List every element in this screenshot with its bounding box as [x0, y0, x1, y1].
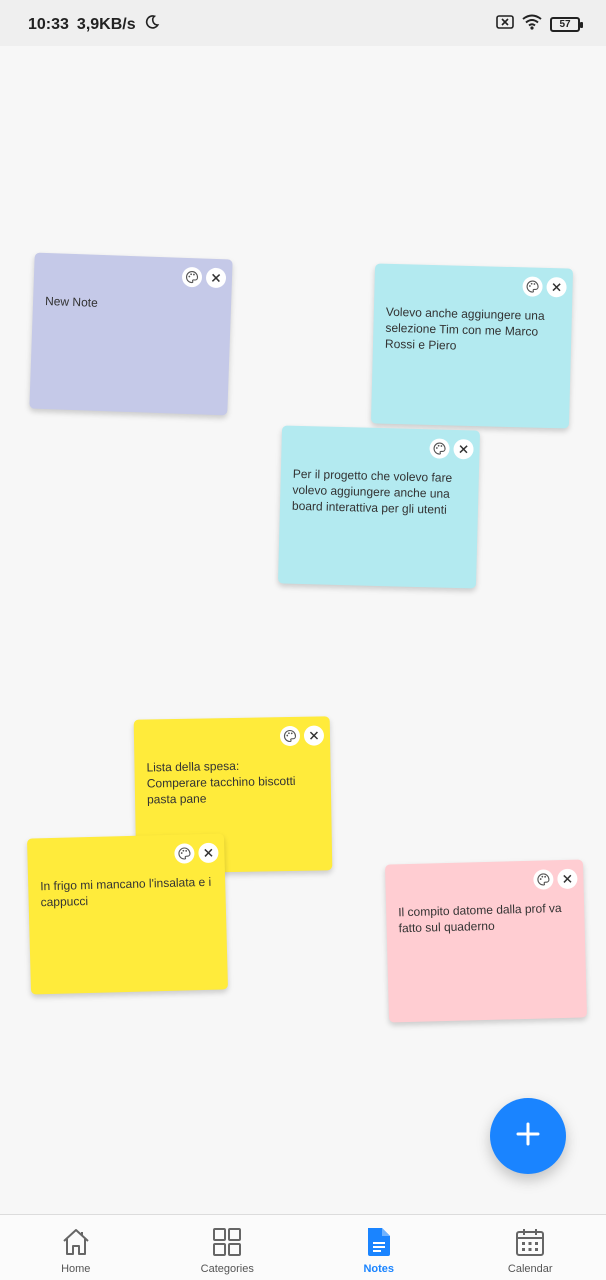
note-text: Volevo anche aggiungere una selezione Ti… [384, 304, 545, 353]
wifi-icon [522, 14, 542, 35]
note-text: In frigo mi mancano l'insalata e i cappu… [40, 874, 212, 910]
nav-label-home: Home [61, 1263, 91, 1275]
palette-icon[interactable] [522, 276, 543, 297]
note-card[interactable]: Il compito datome dalla prof va fatto su… [384, 859, 588, 1023]
note-controls [429, 438, 474, 460]
calendar-icon [514, 1225, 546, 1259]
status-left: 10:33 3,9KB/s [28, 14, 160, 35]
note-text: Il compito datome dalla prof va fatto su… [398, 901, 562, 936]
notes-board: New Note Volevo anche aggiungere una sel… [0, 46, 606, 1214]
note-controls [279, 725, 325, 747]
note-card[interactable]: In frigo mi mancano l'insalata e i cappu… [26, 833, 229, 995]
note-card[interactable]: Per il progetto che volevo fare volevo a… [277, 425, 481, 589]
battery-indicator: 57 [550, 17, 583, 32]
close-icon[interactable] [198, 842, 219, 864]
close-icon[interactable] [303, 725, 325, 746]
nav-item-calendar[interactable]: Calendar [455, 1215, 606, 1280]
network-speed: 3,9KB/s [76, 15, 136, 33]
palette-icon[interactable] [533, 869, 554, 890]
status-bar: 10:33 3,9KB/s 57 [0, 0, 606, 46]
nav-label-calendar: Calendar [507, 1263, 553, 1275]
note-card[interactable]: Volevo anche aggiungere una selezione Ti… [370, 263, 574, 429]
nav-label-notes: Notes [363, 1263, 395, 1275]
close-icon[interactable] [546, 276, 567, 298]
nav-item-notes[interactable]: Notes [303, 1215, 455, 1280]
close-icon[interactable] [453, 438, 474, 460]
bottom-nav: Home Categories Notes Calendar [0, 1214, 606, 1280]
home-icon [60, 1225, 92, 1259]
palette-icon[interactable] [429, 438, 450, 459]
nav-item-categories[interactable]: Categories [152, 1215, 304, 1280]
note-controls [174, 842, 219, 864]
close-icon[interactable] [205, 267, 227, 289]
moon-icon [144, 14, 160, 35]
nav-label-categories: Categories [200, 1263, 254, 1275]
note-controls [522, 276, 567, 298]
note-text: Lista della spesa: Comperare tacchino bi… [146, 758, 296, 807]
document-icon [365, 1225, 393, 1259]
palette-icon[interactable] [181, 266, 203, 288]
nav-item-home[interactable]: Home [0, 1215, 152, 1280]
grid-icon [211, 1225, 243, 1259]
palette-icon[interactable] [174, 843, 195, 864]
note-text: New Note [44, 293, 98, 310]
note-text: Per il progetto che volevo fare volevo a… [291, 466, 453, 517]
plus-icon [515, 1121, 541, 1152]
note-controls [533, 868, 578, 890]
status-time: 10:33 [28, 15, 69, 33]
add-note-button[interactable] [490, 1098, 566, 1174]
palette-icon[interactable] [279, 725, 301, 747]
sim-off-icon [496, 14, 514, 35]
note-controls [181, 266, 227, 289]
note-card[interactable]: New Note [29, 252, 233, 416]
status-right: 57 [496, 14, 583, 35]
close-icon[interactable] [557, 868, 578, 890]
